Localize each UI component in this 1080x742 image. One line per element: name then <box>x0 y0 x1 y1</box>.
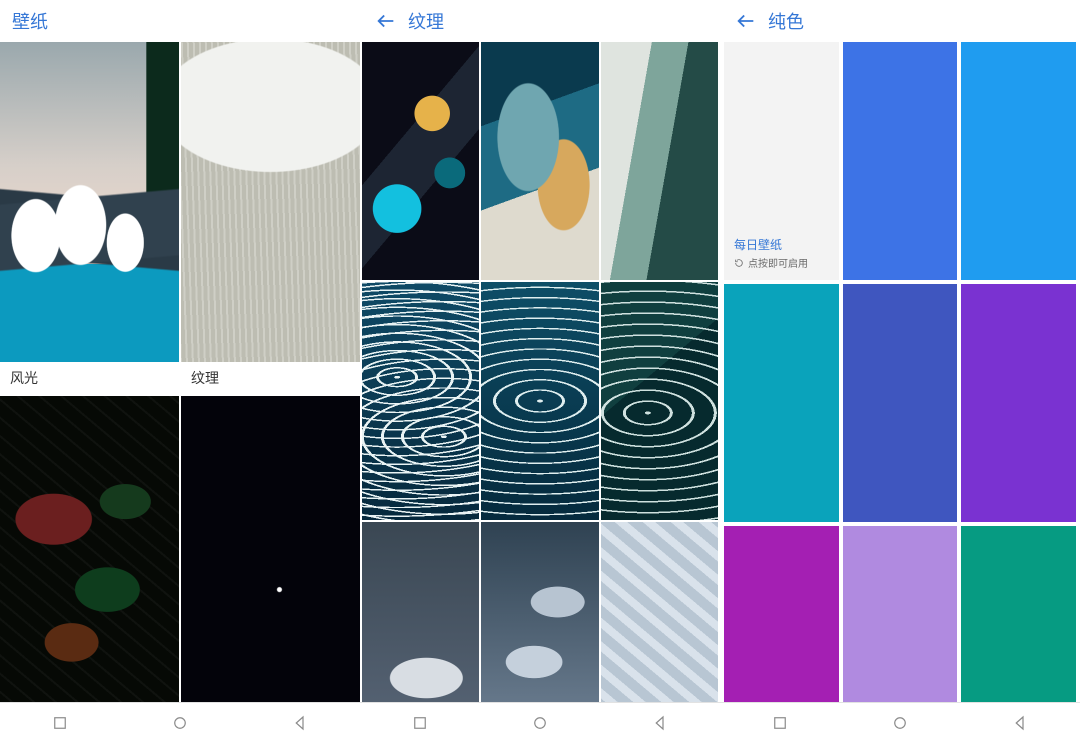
texture-thumbnail[interactable] <box>601 282 718 520</box>
screen-title: 纹理 <box>408 8 444 34</box>
solid-color-swatch[interactable] <box>843 284 958 522</box>
texture-thumbnail[interactable] <box>601 522 718 702</box>
refresh-icon <box>734 258 744 268</box>
category-card[interactable]: 纹理 <box>181 42 360 394</box>
topbar: 纹理 <box>360 0 720 42</box>
texture-thumbnail[interactable] <box>601 42 718 280</box>
nav-recent-button[interactable] <box>49 712 71 734</box>
nav-back-button[interactable] <box>1009 712 1031 734</box>
category-card[interactable] <box>0 396 179 702</box>
solid-color-swatch[interactable] <box>843 42 958 280</box>
texture-thumbnail[interactable] <box>362 522 479 702</box>
texture-thumbnail[interactable] <box>362 42 479 280</box>
solid-color-swatch[interactable] <box>724 526 839 702</box>
nav-recent-button[interactable] <box>409 712 431 734</box>
solid-color-swatch[interactable] <box>843 526 958 702</box>
category-card[interactable] <box>181 396 360 702</box>
android-navbar <box>720 702 1080 742</box>
android-navbar <box>360 702 720 742</box>
screen-solid-colors: 纯色 每日壁纸点按即可启用 <box>720 0 1080 742</box>
arrow-left-icon <box>735 10 757 32</box>
solid-color-swatch[interactable] <box>961 284 1076 522</box>
screen-textures: 纹理 <box>360 0 720 742</box>
solid-color-swatch[interactable] <box>724 284 839 522</box>
nav-back-button[interactable] <box>649 712 671 734</box>
texture-thumbnail[interactable] <box>362 282 479 520</box>
nav-home-button[interactable] <box>169 712 191 734</box>
daily-wallpaper-title: 每日壁纸 <box>734 236 829 253</box>
screen-wallpaper-categories: 壁纸 风光纹理 <box>0 0 360 742</box>
topbar: 纯色 <box>720 0 1080 42</box>
nav-recent-button[interactable] <box>769 712 791 734</box>
back-button[interactable] <box>732 7 760 35</box>
category-label: 纹理 <box>181 362 360 394</box>
texture-thumbnail[interactable] <box>481 42 598 280</box>
screen-title: 壁纸 <box>12 8 48 34</box>
solid-color-swatch[interactable] <box>961 526 1076 702</box>
texture-thumbnail[interactable] <box>481 522 598 702</box>
category-card[interactable]: 风光 <box>0 42 179 394</box>
daily-wallpaper-card[interactable]: 每日壁纸点按即可启用 <box>724 42 839 280</box>
screen-title: 纯色 <box>768 8 804 34</box>
category-content: 风光纹理 <box>0 42 360 702</box>
nav-home-button[interactable] <box>889 712 911 734</box>
texture-content <box>360 42 720 702</box>
solid-content: 每日壁纸点按即可启用 <box>720 42 1080 702</box>
daily-wallpaper-subtitle: 点按即可启用 <box>734 255 829 270</box>
arrow-left-icon <box>375 10 397 32</box>
topbar: 壁纸 <box>0 0 360 42</box>
nav-home-button[interactable] <box>529 712 551 734</box>
texture-thumbnail[interactable] <box>481 282 598 520</box>
back-button[interactable] <box>372 7 400 35</box>
category-label: 风光 <box>0 362 179 394</box>
android-navbar <box>0 702 360 742</box>
solid-color-swatch[interactable] <box>961 42 1076 280</box>
nav-back-button[interactable] <box>289 712 311 734</box>
